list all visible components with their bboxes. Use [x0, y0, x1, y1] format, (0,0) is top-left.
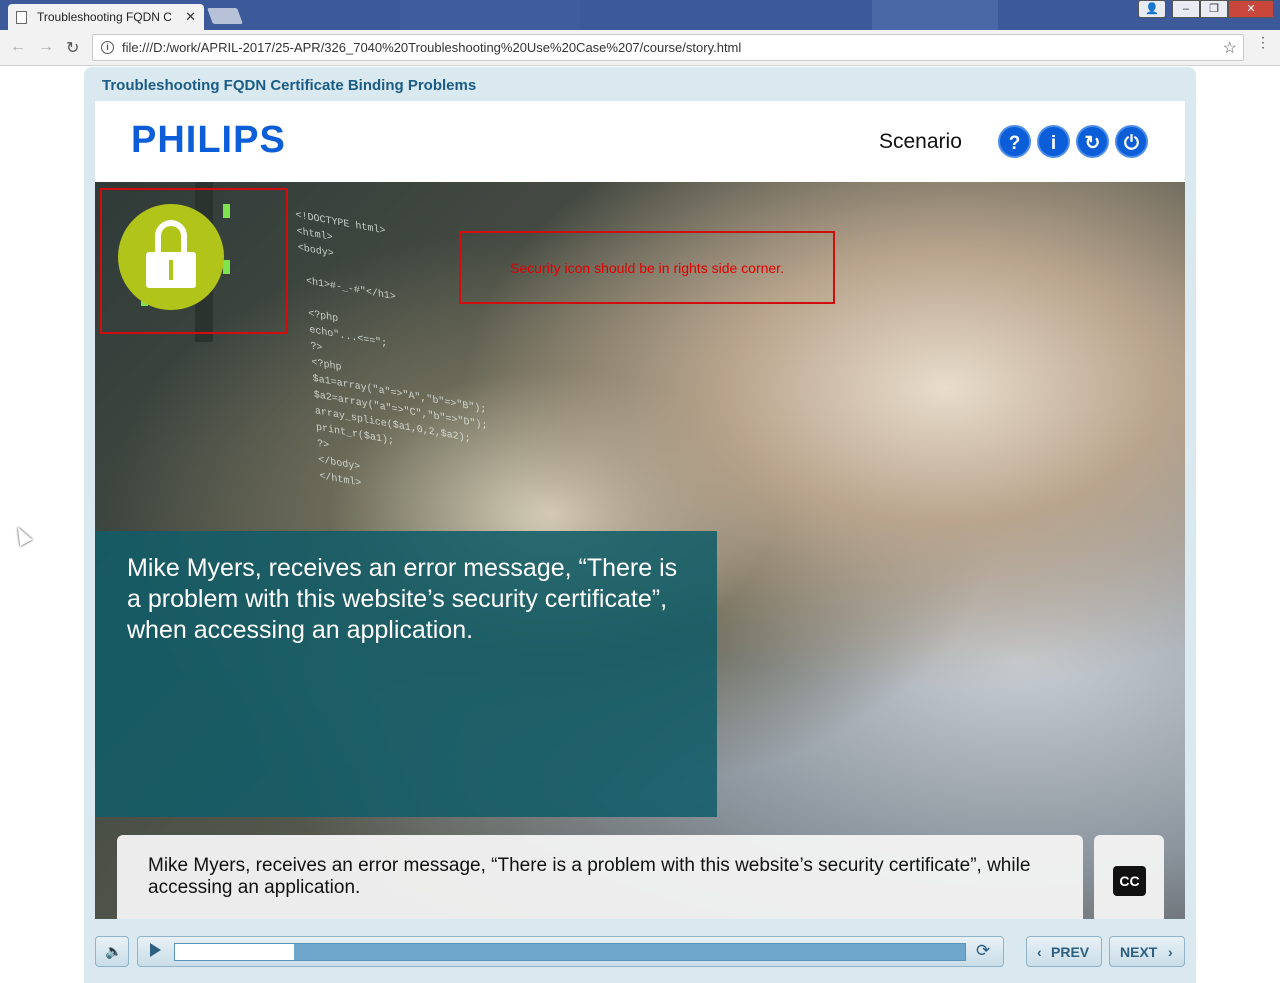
- prev-button[interactable]: ‹ PREV: [1026, 936, 1102, 967]
- user-icon[interactable]: 👤: [1138, 0, 1166, 18]
- seek-bar-progress: [175, 944, 294, 960]
- bookmark-star-icon[interactable]: ☆: [1223, 38, 1237, 58]
- section-label: Scenario: [879, 130, 962, 153]
- slide: PHILIPS Scenario ? i ↻ ⏻ <!DOCTYPE html>…: [95, 101, 1185, 919]
- tab-title: Troubleshooting FQDN C: [37, 10, 172, 24]
- scenario-text-panel: Mike Myers, receives an error message, “…: [95, 531, 717, 817]
- lock-body: [146, 252, 196, 288]
- new-tab-button[interactable]: [207, 8, 243, 24]
- replay-button[interactable]: ↻: [1076, 125, 1109, 158]
- caption-bar: Mike Myers, receives an error message, “…: [117, 835, 1083, 919]
- volume-button[interactable]: 🔈: [95, 936, 129, 967]
- info-button[interactable]: i: [1037, 125, 1070, 158]
- forward-arrow-icon[interactable]: →: [38, 38, 54, 56]
- browser-tab-bar: Troubleshooting FQDN C ✕ 👤 – ❐ ✕: [0, 0, 1280, 30]
- chevron-right-icon: ›: [1168, 944, 1173, 960]
- close-window-button[interactable]: ✕: [1228, 0, 1274, 18]
- lock-keyhole: [169, 260, 173, 280]
- prev-label: PREV: [1051, 944, 1090, 960]
- help-button[interactable]: ?: [998, 125, 1031, 158]
- exit-button[interactable]: ⏻: [1115, 125, 1148, 158]
- minimize-button[interactable]: –: [1172, 0, 1200, 18]
- restore-button[interactable]: ❐: [1200, 0, 1228, 18]
- philips-logo: PHILIPS: [131, 119, 286, 161]
- review-note: Security icon should be in rights side c…: [510, 259, 784, 276]
- blurred-tab[interactable]: [400, 0, 580, 30]
- course-title: Troubleshooting FQDN Certificate Binding…: [102, 77, 477, 94]
- info-icon[interactable]: i: [101, 41, 114, 54]
- blurred-tab[interactable]: [872, 0, 998, 30]
- address-bar[interactable]: i file:///D:/work/APRIL-2017/25-APR/326_…: [92, 34, 1244, 61]
- document-icon: [16, 10, 27, 24]
- browser-toolbar: ← → ↻ i file:///D:/work/APRIL-2017/25-AP…: [0, 30, 1280, 66]
- speaker-icon: 🔈: [105, 943, 123, 959]
- seek-bar-container: ⟳: [137, 936, 1004, 967]
- mouse-cursor-icon: [11, 523, 33, 547]
- caption-text: Mike Myers, receives an error message, “…: [148, 855, 1031, 898]
- play-icon[interactable]: [150, 943, 161, 957]
- course-player: Troubleshooting FQDN Certificate Binding…: [84, 67, 1196, 983]
- seek-bar[interactable]: [174, 943, 966, 961]
- closed-caption-toggle[interactable]: CC: [1094, 835, 1164, 919]
- scenario-photo: <!DOCTYPE html> <html> <body> <h1>#-_-#"…: [95, 182, 1185, 919]
- slide-header: PHILIPS Scenario ? i ↻ ⏻: [95, 101, 1185, 182]
- review-note-box: Security icon should be in rights side c…: [459, 231, 835, 304]
- close-tab-icon[interactable]: ✕: [185, 9, 196, 25]
- reload-icon[interactable]: ↻: [66, 38, 79, 58]
- browser-tab-active[interactable]: Troubleshooting FQDN C ✕: [8, 4, 204, 30]
- cc-icon[interactable]: CC: [1113, 866, 1146, 896]
- replay-icon[interactable]: ⟳: [976, 941, 990, 961]
- back-arrow-icon[interactable]: ←: [10, 38, 26, 56]
- lock-icon: [118, 204, 224, 310]
- browser-menu-icon[interactable]: ⋮: [1256, 35, 1270, 49]
- next-label: NEXT: [1120, 944, 1158, 960]
- window-controls: 👤 – ❐ ✕: [1138, 0, 1274, 18]
- scenario-text: Mike Myers, receives an error message, “…: [127, 554, 678, 644]
- security-icon-highlight: [100, 188, 288, 334]
- url-text[interactable]: file:///D:/work/APRIL-2017/25-APR/326_70…: [122, 40, 1223, 55]
- next-button[interactable]: NEXT ›: [1109, 936, 1185, 967]
- chevron-left-icon: ‹: [1037, 944, 1042, 960]
